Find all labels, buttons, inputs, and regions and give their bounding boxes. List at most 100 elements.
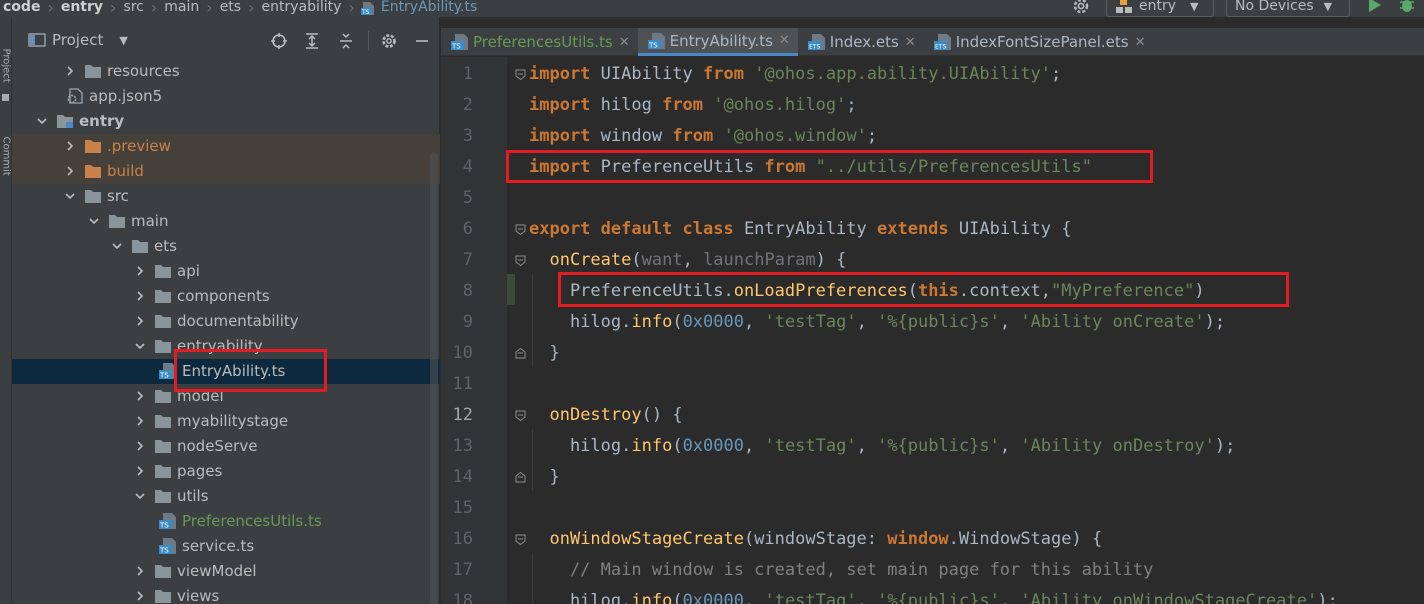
tab-preferencesutils-ts[interactable]: TS PreferencesUtils.ts ✕	[441, 28, 638, 56]
tree-item[interactable]: .preview	[12, 134, 440, 159]
code-line[interactable]: onWindowStageCreate(windowStage: window.…	[529, 524, 1102, 555]
tree-item[interactable]: TS service.ts	[12, 534, 440, 559]
debug-icon[interactable]	[1398, 0, 1416, 14]
tree-item[interactable]: entry	[12, 109, 440, 134]
chevron-right-icon[interactable]	[134, 465, 146, 477]
code-line[interactable]: onDestroy() {	[529, 400, 682, 431]
tree-item[interactable]: myabilitystage	[12, 409, 440, 434]
code-line[interactable]: hilog.info(0x0000, 'testTag', '%{public}…	[529, 431, 1235, 462]
tree-item-label: .preview	[107, 137, 171, 155]
tree-item[interactable]: TS PreferencesUtils.ts	[12, 509, 440, 534]
run-icon[interactable]	[1368, 0, 1382, 13]
code-line[interactable]: import window from '@ohos.window';	[529, 121, 877, 152]
breadcrumb-item[interactable]: src	[120, 0, 146, 15]
fold-expanded-icon[interactable]	[515, 224, 526, 235]
breadcrumb-item[interactable]: entry	[58, 0, 106, 15]
code-line[interactable]: import UIAbility from '@ohos.app.ability…	[529, 59, 1061, 90]
module-folder-icon	[57, 115, 73, 128]
tree-item[interactable]: app.json5	[12, 84, 440, 109]
device-selector[interactable]: No Devices ▼	[1226, 0, 1350, 17]
chevron-right-icon[interactable]	[134, 265, 146, 277]
project-tool-window-button[interactable]: Project	[1, 49, 12, 83]
tree-item[interactable]: nodeServe	[12, 434, 440, 459]
tree-item[interactable]: ets	[12, 234, 440, 259]
settings-gear-icon[interactable]	[1072, 0, 1090, 15]
chevron-down-icon[interactable]	[88, 215, 100, 227]
code-line[interactable]: hilog.info(0x0000, 'testTag', '%{public}…	[529, 307, 1225, 338]
chevron-right-icon[interactable]	[64, 65, 76, 77]
line-number: 3	[462, 126, 473, 146]
fold-end-icon[interactable]	[515, 472, 526, 483]
locate-file-icon[interactable]	[270, 31, 288, 51]
tree-item[interactable]: resources	[12, 59, 440, 84]
code-token: EntryAbility	[733, 219, 877, 239]
tab-indexfontsizepanel-ets[interactable]: ETS IndexFontSizePanel.ets ✕	[924, 28, 1154, 56]
tree-item[interactable]: views	[12, 584, 440, 604]
chevron-down-icon[interactable]	[36, 115, 48, 127]
tree-item[interactable]: utils	[12, 484, 440, 509]
breadcrumb-item[interactable]: entryability	[259, 0, 345, 15]
gear-icon[interactable]	[380, 31, 398, 51]
collapse-all-icon[interactable]	[338, 31, 354, 51]
chevron-down-icon[interactable]	[134, 340, 146, 352]
breadcrumb-current[interactable]: EntryAbility.ts	[378, 0, 480, 15]
expand-all-icon[interactable]	[304, 31, 320, 51]
folder-icon	[155, 465, 171, 478]
project-view-selector[interactable]: Project ▼	[28, 31, 128, 49]
tree-item[interactable]: src	[12, 184, 440, 209]
chevron-right-icon[interactable]	[134, 415, 146, 427]
fold-expanded-icon[interactable]	[515, 255, 526, 266]
tree-item-label: resources	[107, 62, 180, 80]
line-number-gutter[interactable]: 1 2 3 4 5 6 7 8 9 10 11 12 13 14 15 16 17 18	[441, 57, 507, 604]
code-token: ,	[999, 436, 1021, 456]
code-editor[interactable]: 1 2 3 4 5 6 7 8 9 10 11 12 13 14 15 16 17 18 import UIAbi…	[441, 57, 1424, 604]
tree-item-label: documentability	[177, 312, 299, 330]
breadcrumb-item[interactable]: code	[0, 0, 43, 15]
fold-expanded-icon[interactable]	[515, 410, 526, 421]
chevron-right-icon[interactable]	[134, 565, 146, 577]
code-line[interactable]: }	[529, 462, 559, 493]
chevron-down-icon[interactable]	[64, 190, 76, 202]
commit-tool-window-button[interactable]: Commit	[1, 137, 12, 176]
fold-end-icon[interactable]	[515, 348, 526, 359]
chevron-down-icon[interactable]	[134, 490, 146, 502]
code-line[interactable]: export default class EntryAbility extend…	[529, 214, 1071, 245]
tree-item[interactable]: pages	[12, 459, 440, 484]
tree-item[interactable]: api	[12, 259, 440, 284]
chevron-down-icon[interactable]	[111, 240, 123, 252]
close-icon[interactable]: ✕	[1135, 35, 1146, 50]
chevron-right-icon[interactable]	[134, 315, 146, 327]
fold-expanded-icon[interactable]	[515, 69, 526, 80]
code-token: (	[672, 591, 683, 604]
tab-index-ets[interactable]: ETS Index.ets ✕	[798, 28, 924, 56]
toolbar-divider	[368, 31, 369, 51]
tree-item[interactable]: build	[12, 159, 440, 184]
chevron-right-icon[interactable]	[134, 290, 146, 302]
chevron-right-icon[interactable]	[134, 440, 146, 452]
chevron-right-icon[interactable]	[134, 590, 146, 602]
code-token: ,	[682, 250, 704, 270]
code-line[interactable]: // Main window is created, set main page…	[529, 555, 1153, 586]
code-token: onCreate	[549, 250, 632, 270]
chevron-right-icon[interactable]	[64, 165, 76, 177]
tree-item[interactable]: components	[12, 284, 440, 309]
close-icon[interactable]: ✕	[779, 33, 790, 48]
module-selector[interactable]: entry ▼	[1106, 0, 1214, 17]
code-line[interactable]: hilog.info(0x0000, 'testTag', '%{public}…	[529, 586, 1338, 604]
breadcrumb-item[interactable]: ets	[217, 0, 244, 15]
fold-expanded-icon[interactable]	[515, 534, 526, 545]
tab-entryability-ts[interactable]: TS EntryAbility.ts ✕	[637, 28, 798, 56]
chevron-right-icon[interactable]	[64, 140, 76, 152]
close-icon[interactable]: ✕	[619, 35, 630, 50]
tree-item[interactable]: main	[12, 209, 440, 234]
chevron-right-icon[interactable]	[134, 390, 146, 402]
code-line[interactable]: }	[529, 338, 559, 369]
project-tree-scrollbar[interactable]	[430, 152, 438, 604]
close-icon[interactable]: ✕	[905, 35, 916, 50]
tree-item[interactable]: documentability	[12, 309, 440, 334]
breadcrumb-item[interactable]: main	[161, 0, 202, 15]
minimize-icon[interactable]	[414, 31, 430, 51]
code-line[interactable]: import hilog from '@ohos.hilog';	[529, 90, 857, 121]
code-token: import	[529, 64, 591, 84]
tree-item[interactable]: viewModel	[12, 559, 440, 584]
